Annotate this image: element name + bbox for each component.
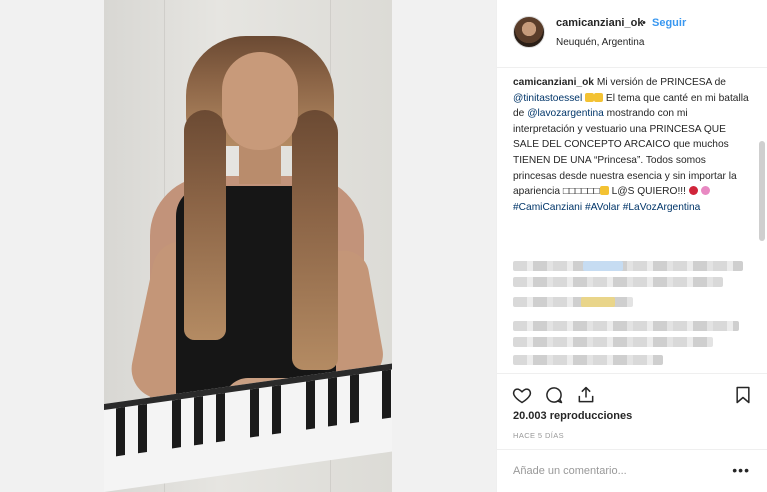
blurred-comment <box>513 297 633 307</box>
more-options-icon[interactable]: ••• <box>732 462 750 478</box>
post-timestamp[interactable]: HACE 5 DÍAS <box>513 431 564 440</box>
caption-symbols: □□□□□□ <box>562 186 600 198</box>
username-link[interactable]: camicanziani_ok <box>556 17 643 29</box>
hashtag-link[interactable]: #AVolar <box>585 202 620 213</box>
hashtag-link[interactable]: #LaVozArgentina <box>623 202 701 213</box>
post-header: camicanziani_ok • Seguir Neuquén, Argent… <box>497 0 767 68</box>
comment-bar: ••• <box>497 449 767 492</box>
scrollbar[interactable] <box>759 141 765 241</box>
mention-link[interactable]: @tinitastoessel <box>513 93 582 104</box>
video-figure <box>292 110 338 370</box>
share-icon[interactable] <box>575 384 597 406</box>
avatar[interactable] <box>513 16 545 48</box>
blurred-comment <box>581 297 615 307</box>
comment-input[interactable] <box>513 463 723 479</box>
video-figure <box>222 52 298 150</box>
video-player[interactable] <box>104 0 392 492</box>
post-media[interactable] <box>0 0 496 492</box>
heart-emoji-icon <box>594 92 604 102</box>
heart-icon[interactable] <box>511 384 533 406</box>
muscle-emoji-icon <box>599 186 609 196</box>
view-count[interactable]: 20.003 reproducciones <box>513 410 632 422</box>
heart-emoji-icon <box>688 186 698 196</box>
comment-icon[interactable] <box>543 384 565 406</box>
blurred-comment <box>513 337 713 347</box>
post-panel: camicanziani_ok • Seguir Neuquén, Argent… <box>496 0 767 492</box>
location-link[interactable]: Neuquén, Argentina <box>556 37 644 48</box>
mention-link[interactable]: @lavozargentina <box>527 108 604 119</box>
flower-emoji-icon <box>700 186 710 196</box>
hashtag-link[interactable]: #CamiCanziani <box>513 202 582 213</box>
blurred-comment <box>513 321 739 331</box>
post-caption: camicanziani_ok Mi versión de PRINCESA d… <box>513 75 751 215</box>
follow-button[interactable]: Seguir <box>652 17 686 29</box>
comments-list[interactable]: camicanziani_ok Mi versión de PRINCESA d… <box>497 69 767 369</box>
caption-text: Mi versión de PRINCESA de <box>596 77 726 88</box>
caption-username[interactable]: camicanziani_ok <box>513 77 594 88</box>
separator-dot: • <box>642 17 646 29</box>
blurred-comment <box>513 355 663 365</box>
blurred-comment <box>583 261 623 271</box>
bookmark-icon[interactable] <box>732 384 754 406</box>
sparkles-emoji-icon <box>585 92 595 102</box>
video-figure <box>184 110 226 340</box>
post-actions <box>497 373 767 411</box>
caption-text: L@S QUIERO!!! <box>611 186 686 198</box>
caption-text: mostrando con mi interpretación y vestua… <box>513 108 737 198</box>
blurred-comment <box>513 277 723 287</box>
blurred-comment <box>513 261 743 271</box>
